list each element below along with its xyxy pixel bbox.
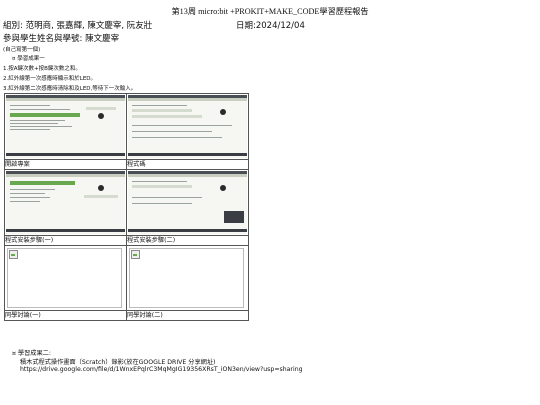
step-item: 3.紅外線第二次感應時清除和及LED,等待下一次輸入。: [3, 86, 137, 92]
broken-image-placeholder: [7, 248, 122, 308]
caption-open-project: 開啟專案: [4, 159, 127, 170]
self-note: (自己寫第一個): [3, 47, 41, 53]
caption-install-step-2: 程式安裝步驟(二): [126, 235, 249, 246]
group-members: 組別: 范明商, 張嘉輝, 陳文慶宰, 阮友壯: [3, 21, 153, 31]
grid-cell: [126, 169, 249, 236]
video-note: 積木式程式操作畫面（Scratch）錄影(放在GOOGLE DRIVE 分享網址…: [20, 359, 216, 366]
screenshot-grid: 開啟專案 程式碼 程式安裝步驟(一) 程式安裝步驟(二) 同學討論(一) 同學討…: [4, 93, 249, 321]
broken-image-placeholder: [129, 248, 244, 308]
grid-cell: [4, 169, 127, 236]
result1-heading: ¤ 學習成果一: [12, 56, 45, 62]
participant-name: 參與學生姓名與學號: 陳文慶宰: [3, 34, 120, 44]
caption-discussion-1: 同學討論(一): [4, 310, 127, 321]
caption-code: 程式碼: [126, 159, 249, 170]
grid-cell: [126, 93, 249, 160]
screenshot-open-project: [6, 95, 125, 158]
grid-cell: [126, 245, 249, 311]
broken-image-icon: [131, 250, 140, 259]
report-date: 日期:2024/12/04: [236, 21, 305, 31]
caption-discussion-2: 同學討論(二): [126, 310, 249, 321]
screenshot-code: [128, 95, 247, 158]
broken-image-icon: [9, 250, 18, 259]
screenshot-install-step-2: [128, 171, 247, 234]
step-item: 1.按A鍵次數+按B鍵次數之和。: [3, 66, 81, 72]
screenshot-install-step-1: [6, 171, 125, 234]
video-share-link[interactable]: https://drive.google.com/file/d/1WnxEPql…: [20, 366, 303, 373]
result2-heading: ¤ 學習成果二:: [12, 350, 51, 357]
caption-install-step-1: 程式安裝步驟(一): [4, 235, 127, 246]
step-item: 2.紅外線第一次感應時顯示和於LED。: [3, 76, 97, 82]
grid-cell: [4, 93, 127, 160]
page-title: 第13周 micro:bit +PROKIT+MAKE_CODE學習歷程報告: [171, 7, 369, 16]
grid-cell: [4, 245, 127, 311]
